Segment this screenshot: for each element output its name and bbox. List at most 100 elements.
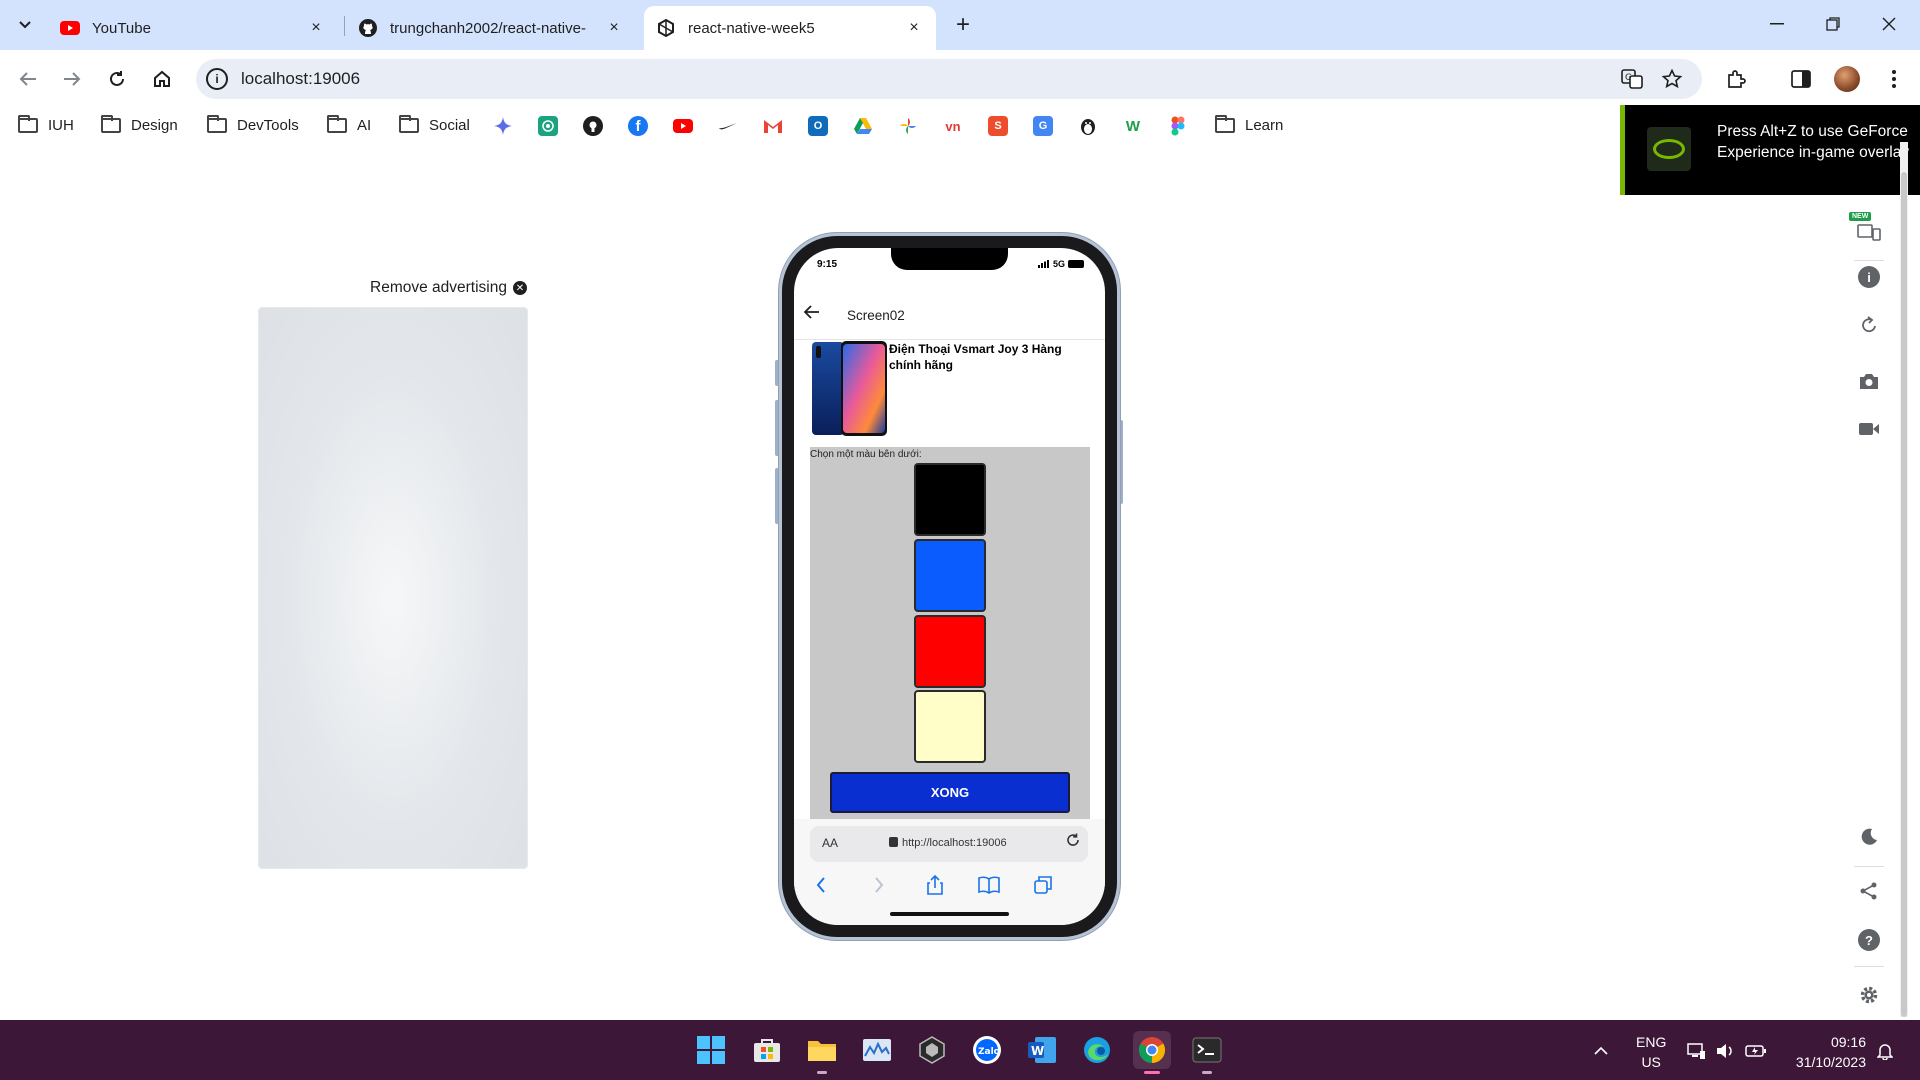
- network-icon[interactable]: [1685, 1040, 1707, 1062]
- microsoft-store-icon[interactable]: [748, 1031, 786, 1069]
- bookmark-folder-ai[interactable]: AI: [327, 113, 371, 137]
- address-bar[interactable]: i localhost:19006 G: [196, 59, 1702, 99]
- close-tab-icon[interactable]: ×: [604, 19, 624, 37]
- bookmark-label: IUH: [48, 116, 74, 134]
- bookmark-folder-learn[interactable]: Learn: [1215, 113, 1283, 137]
- w3schools-icon[interactable]: W: [1123, 116, 1143, 136]
- screenshot-camera-icon[interactable]: [1856, 368, 1882, 394]
- back-icon[interactable]: [11, 62, 45, 96]
- gemini-icon[interactable]: [493, 116, 513, 136]
- tab-react-native-week5[interactable]: react-native-week5 ×: [644, 6, 936, 50]
- battery-charging-icon[interactable]: [1745, 1040, 1767, 1062]
- google-translate-icon[interactable]: G: [1033, 116, 1053, 136]
- help-icon[interactable]: ?: [1858, 929, 1880, 951]
- record-video-icon[interactable]: [1856, 416, 1882, 442]
- nike-icon[interactable]: [718, 116, 738, 136]
- bookmark-folder-design[interactable]: Design: [101, 113, 178, 137]
- info-icon[interactable]: i: [1858, 266, 1880, 288]
- scrollbar-thumb[interactable]: [1901, 172, 1907, 1017]
- home-icon[interactable]: [145, 62, 179, 96]
- new-tab-button[interactable]: +: [948, 10, 978, 40]
- penguin-icon[interactable]: [1078, 116, 1098, 136]
- profile-avatar[interactable]: [1834, 66, 1860, 92]
- status-indicators: 5G: [1038, 259, 1085, 269]
- bookmark-folder-iuh[interactable]: IUH: [18, 113, 74, 137]
- restore-icon[interactable]: [1810, 8, 1856, 40]
- color-swatch-black[interactable]: [914, 463, 986, 536]
- safari-share-icon[interactable]: [922, 872, 948, 898]
- menu-kebab-icon[interactable]: [1880, 65, 1908, 93]
- bookmark-star-icon[interactable]: [1660, 67, 1684, 91]
- clock[interactable]: 09:16 31/10/2023: [1786, 1032, 1866, 1072]
- outlook-icon[interactable]: O: [808, 116, 828, 136]
- safari-forward-icon[interactable]: [866, 872, 892, 898]
- close-ad-icon[interactable]: ✕: [512, 281, 527, 295]
- side-panel-icon[interactable]: [1787, 65, 1815, 93]
- bookmark-folder-devtools[interactable]: DevTools: [207, 113, 299, 137]
- remove-advertising-link[interactable]: Remove advertising ✕: [370, 279, 527, 297]
- microsoft-edge-icon[interactable]: [1078, 1031, 1116, 1069]
- back-arrow-icon[interactable]: [803, 303, 820, 324]
- terminal-icon[interactable]: [1188, 1031, 1226, 1074]
- phone-notch: [891, 248, 1008, 270]
- tab-github[interactable]: trungchanh2002/react-native- ×: [346, 6, 636, 50]
- close-tab-icon[interactable]: ×: [306, 19, 326, 37]
- tab-separator: [344, 16, 345, 36]
- tab-search-chevron-icon[interactable]: [10, 10, 40, 40]
- safari-back-icon[interactable]: [808, 872, 834, 898]
- youtube-icon[interactable]: [673, 116, 693, 136]
- performance-monitor-icon[interactable]: [858, 1031, 896, 1069]
- microsoft-word-icon[interactable]: W: [1023, 1031, 1061, 1069]
- text-size-button[interactable]: AA: [822, 836, 838, 850]
- github-icon[interactable]: [583, 116, 603, 136]
- minimize-icon[interactable]: [1754, 8, 1800, 40]
- notification-bell-icon[interactable]: [1874, 1040, 1896, 1062]
- device-switch-icon[interactable]: [1856, 218, 1882, 244]
- figma-icon[interactable]: [1168, 116, 1188, 136]
- folder-icon: [18, 114, 38, 133]
- vietjack-icon[interactable]: vn: [943, 116, 963, 136]
- close-window-icon[interactable]: [1866, 8, 1912, 40]
- reload-icon[interactable]: [100, 62, 134, 96]
- settings-gear-icon[interactable]: [1856, 982, 1882, 1008]
- tab-youtube[interactable]: YouTube ×: [48, 6, 338, 50]
- safari-reload-icon[interactable]: [1066, 833, 1080, 851]
- color-swatch-red[interactable]: [914, 615, 986, 688]
- facebook-icon[interactable]: f: [628, 116, 648, 136]
- forward-icon[interactable]: [55, 62, 89, 96]
- extensions-icon[interactable]: [1722, 65, 1750, 93]
- google-photos-icon[interactable]: [898, 116, 918, 136]
- rotate-icon[interactable]: [1856, 312, 1882, 338]
- site-info-icon[interactable]: i: [206, 68, 228, 90]
- home-indicator: [890, 912, 1009, 916]
- safari-bookmarks-icon[interactable]: [976, 872, 1002, 898]
- zalo-icon[interactable]: Zalo: [968, 1031, 1006, 1069]
- google-drive-icon[interactable]: [853, 116, 873, 136]
- close-tab-icon[interactable]: ×: [904, 19, 924, 37]
- page-scrollbar[interactable]: [1900, 142, 1908, 1017]
- gmail-icon[interactable]: [763, 116, 783, 136]
- google-chrome-icon[interactable]: [1133, 1031, 1171, 1074]
- share-icon[interactable]: [1856, 878, 1882, 904]
- bookmark-folder-social[interactable]: Social: [399, 113, 470, 137]
- chatgpt-icon[interactable]: [538, 116, 558, 136]
- volume-icon[interactable]: [1714, 1040, 1736, 1062]
- bookmark-label: Design: [131, 116, 178, 134]
- color-swatch-blue[interactable]: [914, 539, 986, 612]
- color-swatch-cream[interactable]: [914, 690, 986, 763]
- translate-icon[interactable]: G: [1620, 67, 1644, 91]
- address-text[interactable]: localhost:19006: [241, 69, 360, 89]
- start-windows-icon[interactable]: [692, 1031, 730, 1069]
- phone-screen: 9:15 5G Screen02 Điện Thoại Vsmart Joy 3…: [794, 248, 1105, 925]
- done-button[interactable]: XONG: [830, 772, 1070, 813]
- dark-mode-moon-icon[interactable]: [1856, 824, 1882, 850]
- input-language-indicator[interactable]: ENG US: [1636, 1032, 1666, 1072]
- show-hidden-icons-chevron-icon[interactable]: [1590, 1040, 1612, 1062]
- file-explorer-icon[interactable]: [803, 1031, 841, 1074]
- safari-url-text[interactable]: http://localhost:19006: [902, 837, 1007, 849]
- tab-title: react-native-week5: [688, 19, 815, 37]
- unity-hub-icon[interactable]: [913, 1031, 951, 1069]
- shopee-icon[interactable]: S: [988, 116, 1008, 136]
- safari-address-bar[interactable]: AA http://localhost:19006: [810, 826, 1088, 862]
- safari-tabs-icon[interactable]: [1030, 872, 1056, 898]
